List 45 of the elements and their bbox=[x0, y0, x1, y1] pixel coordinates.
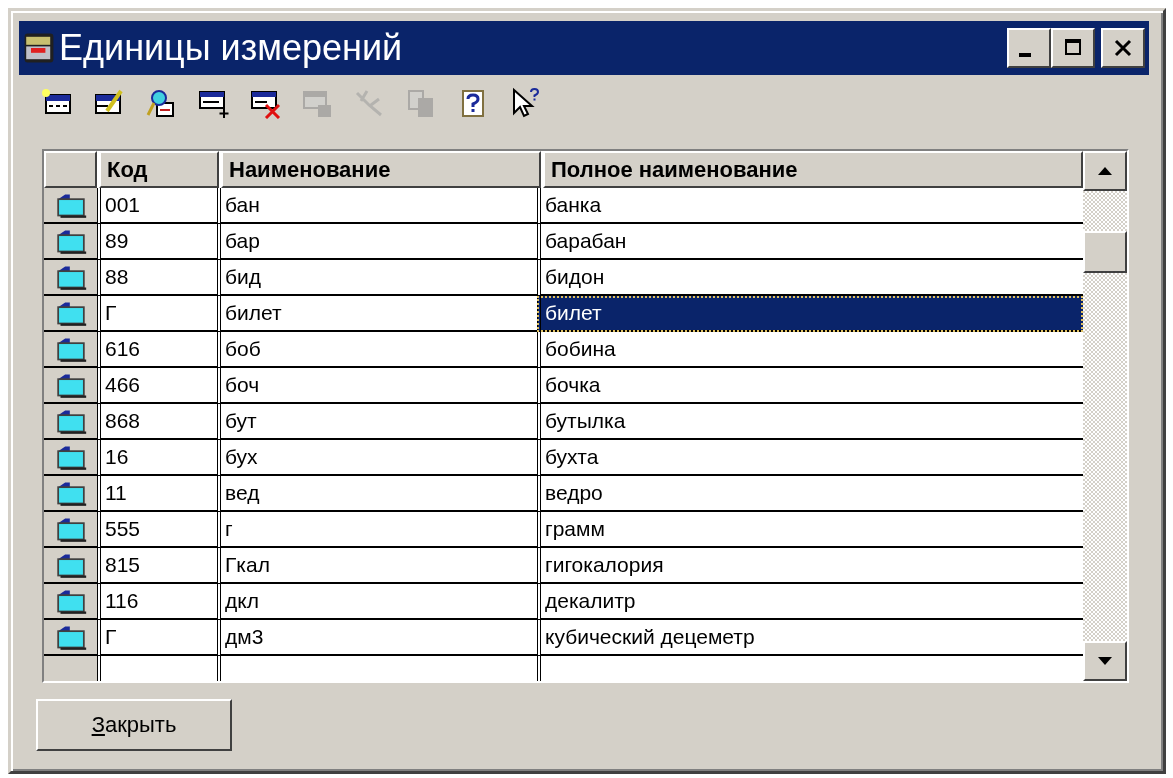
table-cell: 88 bbox=[97, 260, 217, 296]
table-cell: г bbox=[217, 512, 537, 548]
table-cell: 11 bbox=[97, 476, 217, 512]
table-cell: дм3 bbox=[217, 620, 537, 656]
app-icon bbox=[23, 32, 55, 64]
table-cell: бид bbox=[217, 260, 537, 296]
table-cell: вед bbox=[217, 476, 537, 512]
table-cell: боч bbox=[217, 368, 537, 404]
table-cell: 868 bbox=[97, 404, 217, 440]
table-cell: 89 bbox=[97, 224, 217, 260]
minimize-icon bbox=[1019, 53, 1031, 57]
column-header[interactable]: Код bbox=[99, 151, 219, 188]
close-button[interactable]: Закрыть bbox=[36, 699, 232, 751]
table-cell: 466 bbox=[97, 368, 217, 404]
table-cell: Гкал bbox=[217, 548, 537, 584]
search-icon[interactable] bbox=[145, 87, 177, 119]
scroll-down-button[interactable] bbox=[1083, 641, 1127, 681]
up-arrow-icon bbox=[1097, 166, 1113, 176]
close-button[interactable] bbox=[1101, 28, 1145, 68]
vertical-scrollbar[interactable] bbox=[1083, 151, 1127, 681]
table-cell: 815 bbox=[97, 548, 217, 584]
table-cell: дкл bbox=[217, 584, 537, 620]
table-cell: бан bbox=[217, 188, 537, 224]
table-cell: бар bbox=[217, 224, 537, 260]
table-cell: бух bbox=[217, 440, 537, 476]
table-cell: 616 bbox=[97, 332, 217, 368]
close-icon bbox=[1113, 38, 1133, 58]
table-cell: Г bbox=[97, 296, 217, 332]
table-cell: 16 bbox=[97, 440, 217, 476]
window-title: Единицы измерений bbox=[59, 30, 404, 66]
minimize-button[interactable] bbox=[1007, 28, 1051, 68]
table-cell: 116 bbox=[97, 584, 217, 620]
table-cell: бут bbox=[217, 404, 537, 440]
scroll-thumb[interactable] bbox=[1083, 231, 1127, 273]
maximize-icon bbox=[1063, 38, 1083, 58]
table-cell: боб bbox=[217, 332, 537, 368]
column-header[interactable]: Полное наименование bbox=[543, 151, 1083, 188]
table-cell: Г bbox=[97, 620, 217, 656]
table-cell: 555 bbox=[97, 512, 217, 548]
down-arrow-icon bbox=[1097, 656, 1113, 666]
scroll-up-button[interactable] bbox=[1083, 151, 1127, 191]
table-cell: билет bbox=[537, 296, 1083, 332]
column-header[interactable]: Наименование bbox=[221, 151, 541, 188]
table-cell: 001 bbox=[97, 188, 217, 224]
maximize-button[interactable] bbox=[1051, 28, 1095, 68]
